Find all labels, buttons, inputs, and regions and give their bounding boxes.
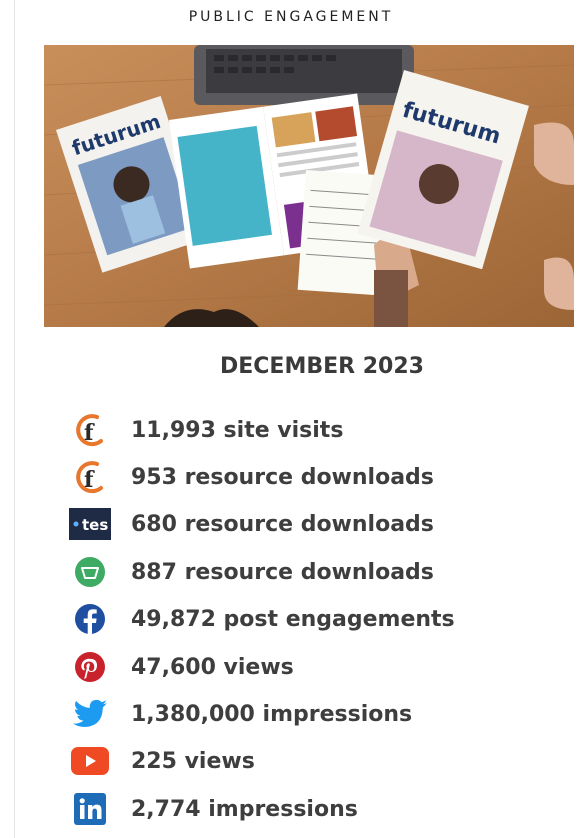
- twitter-icon: [68, 694, 112, 734]
- stat-linkedin: 2,774 impressions: [68, 789, 558, 829]
- stat-text: 680 resource downloads: [131, 511, 434, 537]
- stat-text: 49,872 post engagements: [131, 606, 455, 632]
- stat-twitter: 1,380,000 impressions: [68, 694, 558, 734]
- stat-text: 953 resource downloads: [131, 464, 434, 490]
- facebook-icon: [68, 599, 112, 639]
- stat-youtube: 225 views: [68, 741, 558, 781]
- stat-text: 2,774 impressions: [131, 796, 358, 822]
- tes-icon: tes: [68, 504, 112, 544]
- stat-green-downloads: 887 resource downloads: [68, 552, 558, 592]
- futurum-icon: f: [68, 410, 112, 450]
- youtube-icon: [68, 741, 112, 781]
- stat-text: 47,600 views: [131, 654, 294, 680]
- pinterest-icon: [68, 647, 112, 687]
- hero-photo: futurum futurum: [44, 45, 574, 327]
- stat-text: 887 resource downloads: [131, 559, 434, 585]
- tes-icon-text: tes: [82, 516, 108, 534]
- green-circle-icon: [68, 552, 112, 592]
- stat-pinterest: 47,600 views: [68, 647, 558, 687]
- svg-text:f: f: [84, 420, 95, 446]
- stat-futurum-downloads: f 953 resource downloads: [68, 457, 558, 497]
- stat-site-visits: f 11,993 site visits: [68, 410, 558, 450]
- period-heading: DECEMBER 2023: [220, 354, 424, 379]
- section-heading: PUBLIC ENGAGEMENT: [188, 9, 394, 25]
- stat-text: 1,380,000 impressions: [131, 701, 413, 727]
- stat-facebook: 49,872 post engagements: [68, 599, 558, 639]
- hero-photo-illustration: futurum futurum: [44, 45, 574, 327]
- futurum-icon: f: [68, 457, 112, 497]
- linkedin-icon: [68, 789, 112, 829]
- stat-text: 225 views: [131, 748, 255, 774]
- stat-tes-downloads: tes 680 resource downloads: [68, 504, 558, 544]
- stat-text: 11,993 site visits: [131, 417, 344, 443]
- svg-text:f: f: [84, 467, 95, 493]
